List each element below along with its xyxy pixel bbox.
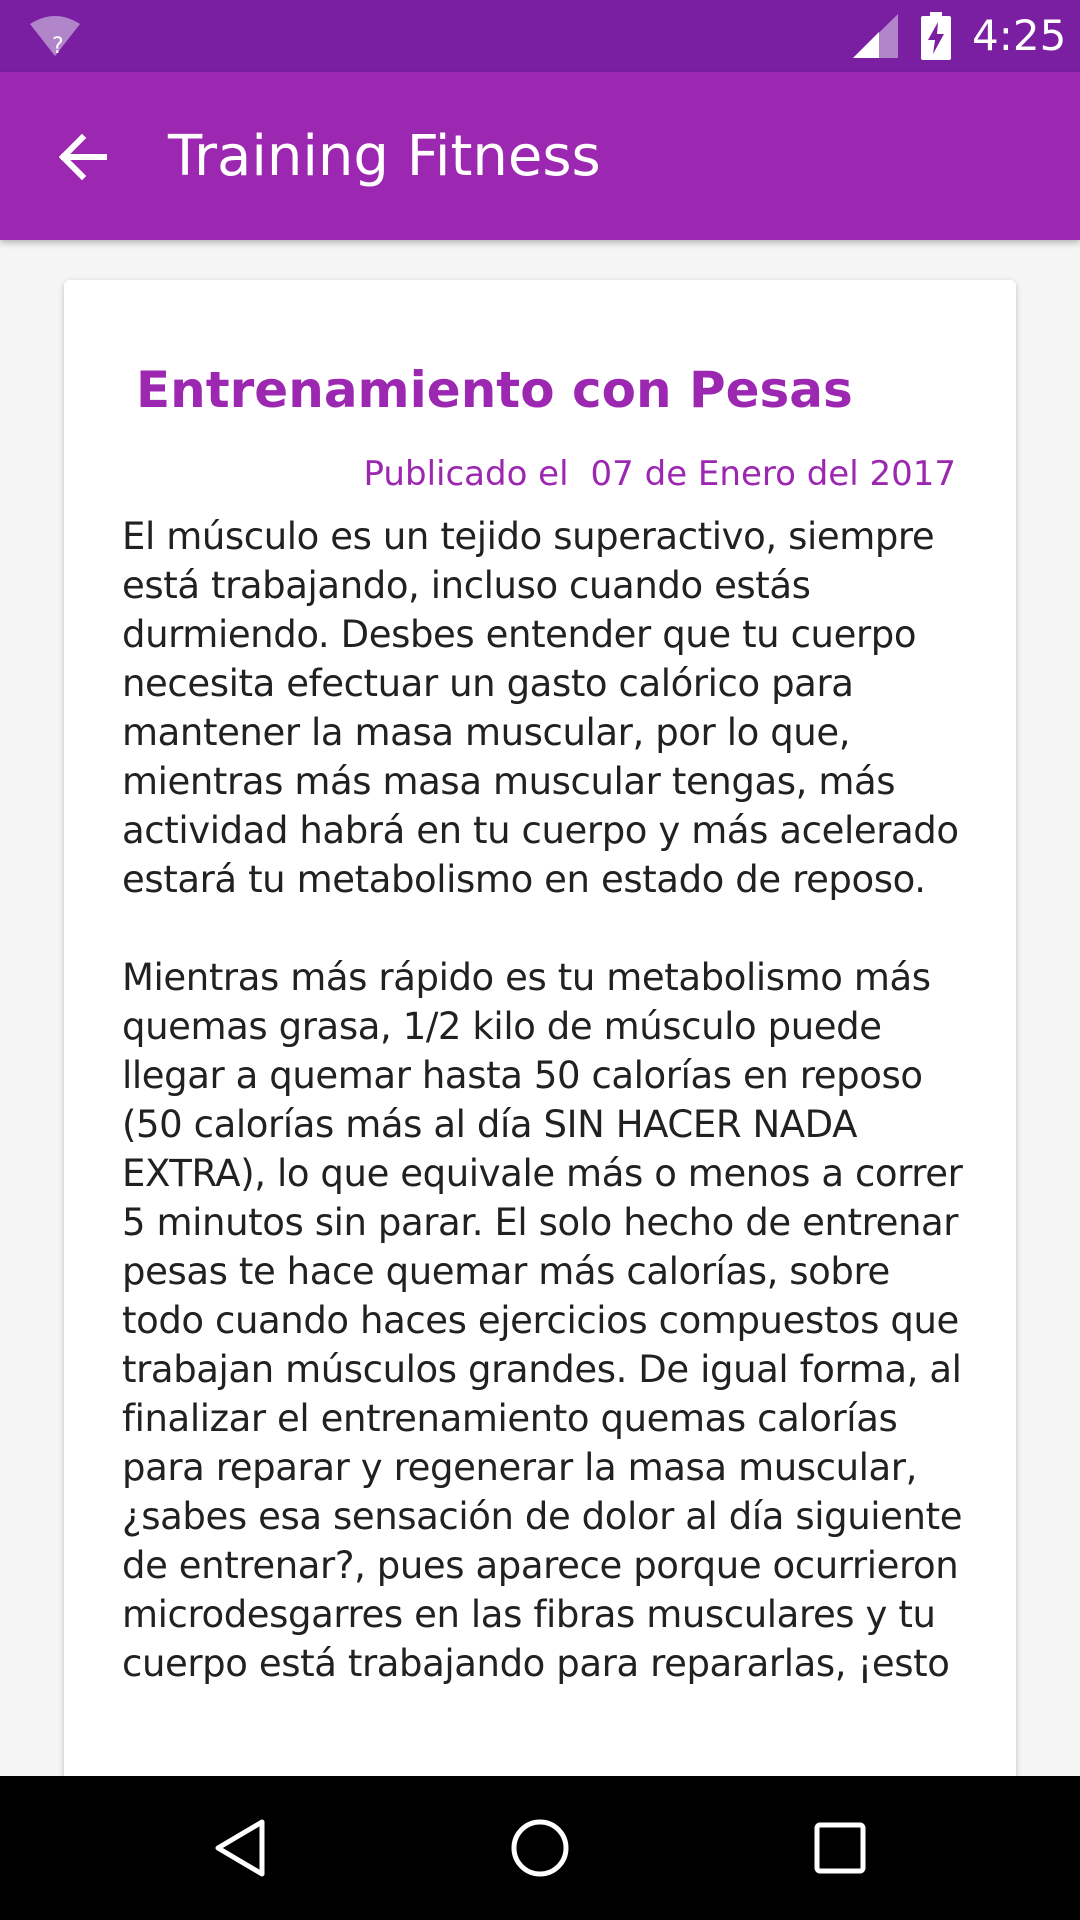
status-time: 4:25 — [972, 11, 1067, 60]
app-title: Training Fitness — [168, 124, 601, 189]
back-triangle-icon[interactable] — [206, 1812, 278, 1884]
article-title: Entrenamiento con Pesas — [136, 361, 853, 419]
wifi-unknown-icon: ? — [30, 16, 80, 58]
cell-signal-icon — [853, 14, 898, 58]
published-label: Publicado el — [363, 454, 569, 494]
published-date-line: Publicado el 07 de Enero del 2017 — [364, 452, 956, 496]
status-bar: ? 4:25 — [0, 0, 1080, 72]
published-date: 07 de Enero del 2017 — [590, 454, 956, 494]
article-body: El músculo es un tejido superactivo, sie… — [122, 512, 972, 1737]
home-circle-icon[interactable] — [504, 1812, 576, 1884]
recents-square-icon[interactable] — [804, 1812, 876, 1884]
arrow-back-icon[interactable] — [56, 130, 110, 184]
article-paragraph: El músculo es un tejido superactivo, sie… — [122, 515, 959, 901]
app-bar: Training Fitness — [0, 72, 1080, 240]
system-nav-bar — [0, 1776, 1080, 1920]
battery-charging-icon — [921, 12, 951, 60]
article-card: Entrenamiento con Pesas Publicado el 07 d… — [64, 280, 1016, 1776]
article-scroll-area[interactable]: Entrenamiento con Pesas Publicado el 07 d… — [0, 240, 1080, 1776]
article-paragraph: Mientras más rápido es tu metabolismo má… — [122, 956, 963, 1685]
svg-text:?: ? — [52, 34, 64, 58]
